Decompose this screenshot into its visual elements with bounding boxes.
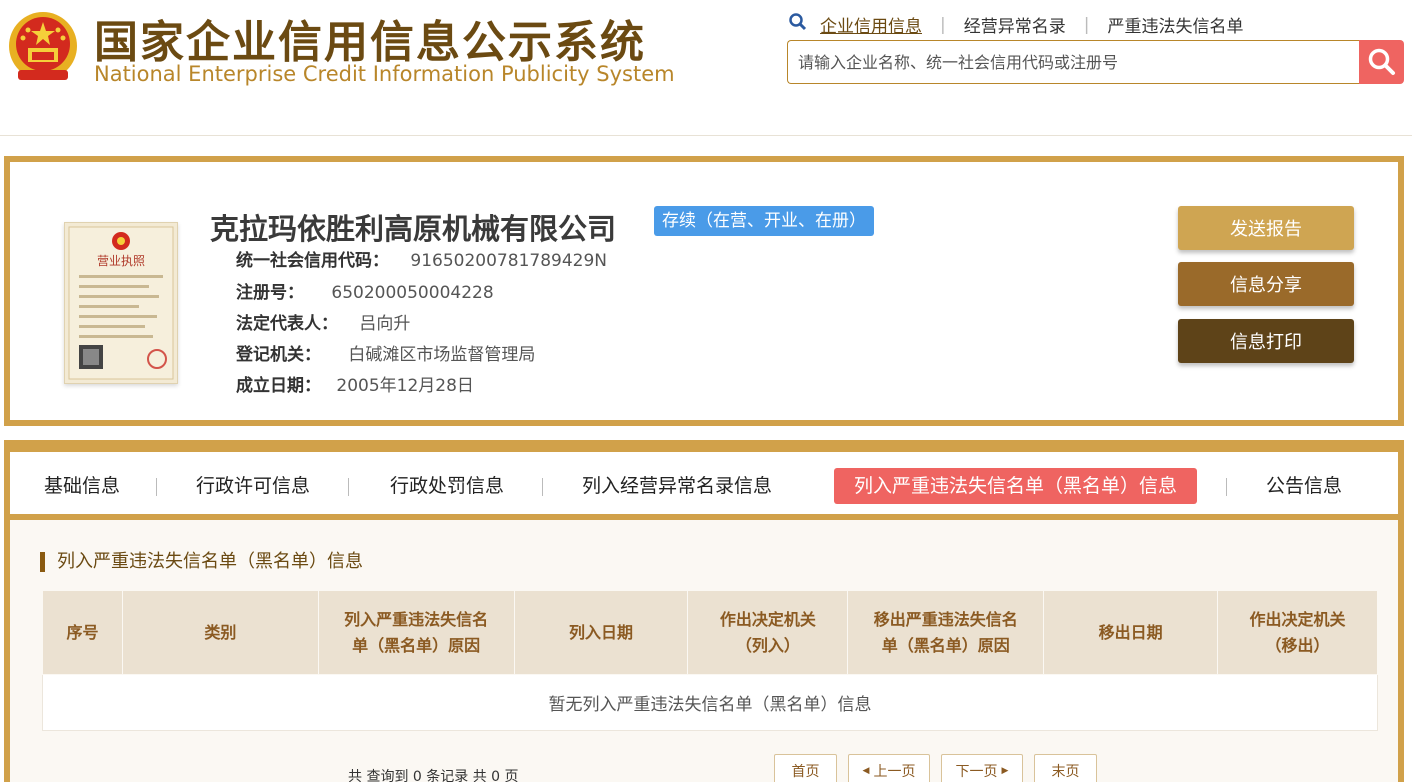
company-name: 克拉玛依胜利高原机械有限公司 — [210, 212, 617, 246]
info-label: 注册号： — [236, 283, 304, 303]
share-info-button[interactable]: 信息分享 — [1178, 262, 1354, 306]
nav-separator: | — [940, 14, 946, 35]
info-value: 白碱滩区市场监督管理局 — [348, 345, 536, 365]
tab-announcements[interactable]: 公告信息 — [1266, 468, 1342, 504]
pager-summary: 共 查询到 0 条记录 共 0 页 — [348, 769, 519, 782]
tab-bar: 基础信息 行政许可信息 行政处罚信息 列入经营异常名录信息 列入严重违法失信名单… — [10, 446, 1398, 520]
site-header: 国家企业信用信息公示系统 National Enterprise Credit … — [0, 0, 1412, 136]
license-thumbnail-icon: 营业执照 — [68, 226, 174, 380]
info-label: 成立日期： — [236, 376, 321, 396]
tab-blacklist[interactable]: 列入严重违法失信名单（黑名单）信息 — [834, 468, 1198, 504]
column-header: 移出日期 — [1043, 590, 1219, 675]
chevron-right-icon: ▶ — [1001, 766, 1009, 776]
info-label: 统一社会信用代码： — [236, 251, 389, 271]
site-title-en: National Enterprise Credit Information P… — [94, 62, 675, 86]
tab-admin-license[interactable]: 行政许可信息 — [196, 468, 310, 504]
column-header: 列入严重违法失信名单（黑名单）原因 — [317, 590, 515, 675]
info-row-credit-code: 统一社会信用代码： 91650200781789429N — [236, 246, 607, 271]
column-header: 作出决定机关（移出） — [1217, 590, 1378, 675]
tab-basic-info[interactable]: 基础信息 — [44, 468, 120, 504]
status-badge: 存续（在营、开业、在册） — [654, 206, 874, 236]
last-page-button[interactable]: 末页 — [1034, 754, 1097, 782]
site-title: 国家企业信用信息公示系统 — [94, 17, 646, 68]
info-value: 2005年12月28日 — [336, 376, 474, 396]
column-header: 类别 — [121, 590, 319, 675]
prev-page-button[interactable]: ◀ 上一页 — [848, 754, 930, 782]
business-license-image[interactable]: 营业执照 — [64, 222, 178, 384]
info-row-reg-number: 注册号： 650200050004228 — [236, 278, 494, 303]
search-box — [787, 40, 1359, 84]
info-row-legal-rep: 法定代表人： 吕向升 — [236, 309, 410, 334]
chevron-left-icon: ◀ — [862, 766, 870, 776]
print-info-button[interactable]: 信息打印 — [1178, 319, 1354, 363]
column-header: 移出严重违法失信名单（黑名单）原因 — [847, 590, 1045, 675]
next-page-label: 下一页 — [955, 764, 998, 780]
tab-separator — [542, 478, 543, 496]
nav-separator: | — [1083, 14, 1090, 35]
tab-admin-penalty[interactable]: 行政处罚信息 — [390, 468, 504, 504]
column-header: 列入日期 — [513, 590, 689, 675]
search-button[interactable] — [1359, 40, 1404, 84]
blacklist-table: 序号 类别 列入严重违法失信名单（黑名单）原因 列入日期 作出决定机关（列入） … — [42, 590, 1378, 731]
tab-abnormal-list[interactable]: 列入经营异常名录信息 — [582, 468, 772, 504]
tab-separator — [156, 478, 157, 496]
top-nav: 企业信用信息 | 经营异常名录 | 严重违法失信名单 — [820, 12, 1243, 38]
company-card: 营业执照 克拉玛依胜利高原机械有限公司 存续（在营、开业、在册） 统一社会信用代… — [4, 156, 1404, 426]
first-page-label: 首页 — [791, 764, 820, 780]
nav-abnormal-list[interactable]: 经营异常名录 — [964, 12, 1066, 37]
next-page-button[interactable]: 下一页 ▶ — [941, 754, 1023, 782]
table-row: 暂无列入严重违法失信名单（黑名单）信息 — [42, 674, 1378, 731]
tab-separator — [1226, 478, 1227, 496]
prev-page-label: 上一页 — [873, 764, 916, 780]
tab-separator — [348, 478, 349, 496]
column-header: 序号 — [42, 590, 123, 675]
info-row-registration-authority: 登记机关： 白碱滩区市场监督管理局 — [236, 340, 535, 365]
column-header: 作出决定机关（列入） — [687, 590, 849, 675]
nav-blacklist[interactable]: 严重违法失信名单 — [1107, 12, 1243, 37]
info-value: 650200050004228 — [331, 283, 494, 303]
search-icon — [789, 13, 807, 31]
empty-message: 暂无列入严重违法失信名单（黑名单）信息 — [42, 674, 1378, 731]
info-value: 91650200781789429N — [410, 251, 607, 271]
search-input[interactable] — [788, 41, 1359, 83]
info-label: 登记机关： — [236, 345, 321, 365]
info-value: 吕向升 — [359, 314, 411, 334]
nav-enterprise-credit[interactable]: 企业信用信息 — [820, 12, 922, 37]
table-header-row: 序号 类别 列入严重违法失信名单（黑名单）原因 列入日期 作出决定机关（列入） … — [42, 590, 1378, 675]
info-row-established-date: 成立日期： 2005年12月28日 — [236, 371, 474, 396]
last-page-label: 末页 — [1051, 764, 1080, 780]
section-title: 列入严重违法失信名单（黑名单）信息 — [40, 552, 363, 572]
content-panel: 基础信息 行政许可信息 行政处罚信息 列入经营异常名录信息 列入严重违法失信名单… — [4, 440, 1404, 782]
info-label: 法定代表人： — [236, 314, 338, 334]
magnifier-icon — [1368, 48, 1395, 75]
license-title: 营业执照 — [97, 254, 145, 268]
first-page-button[interactable]: 首页 — [774, 754, 837, 782]
send-report-button[interactable]: 发送报告 — [1178, 206, 1354, 250]
national-emblem-icon — [9, 12, 77, 80]
